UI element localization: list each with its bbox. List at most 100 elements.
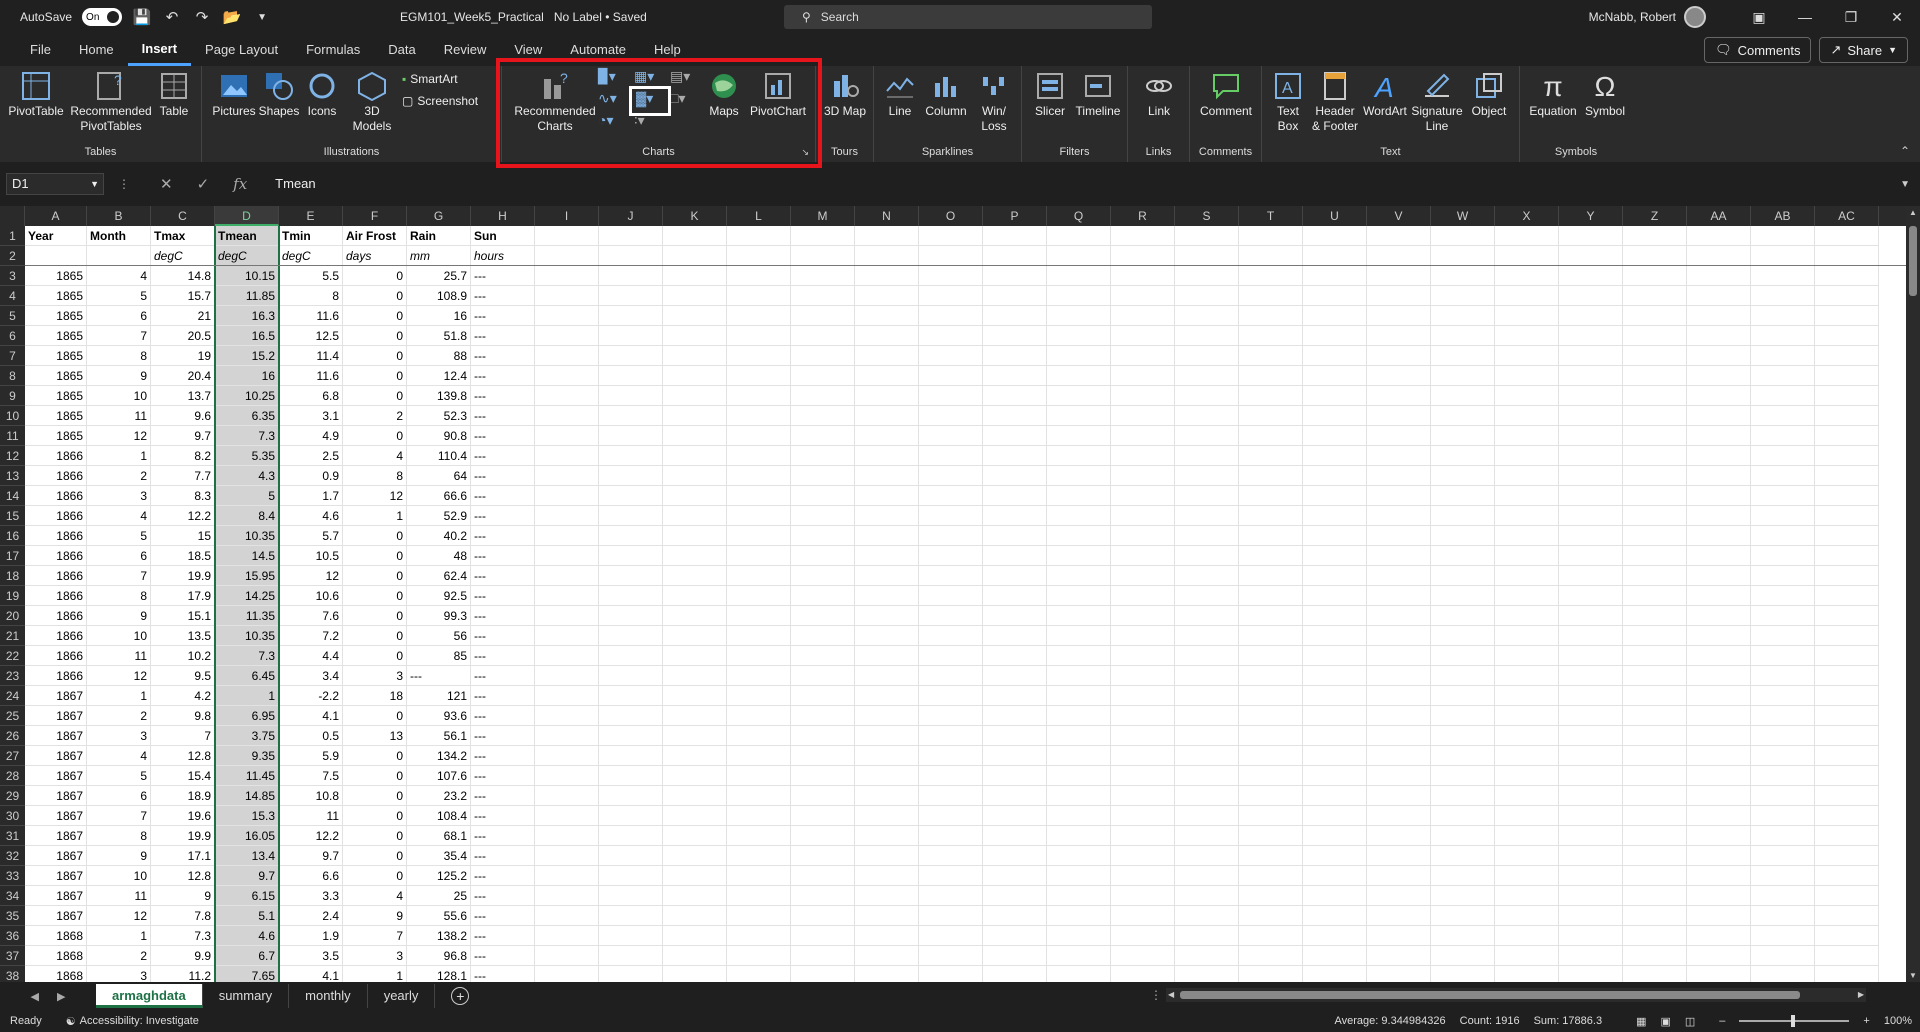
cell[interactable] [1111,846,1175,866]
cell[interactable] [855,786,919,806]
cell[interactable]: 2.5 [279,446,343,466]
cell[interactable]: 96.8 [407,946,471,966]
cell[interactable]: 0 [343,706,407,726]
column-header-B[interactable]: B [87,206,151,226]
cell[interactable]: 15.1 [151,606,215,626]
cell[interactable]: 1866 [25,506,87,526]
cell[interactable] [1175,826,1239,846]
cell[interactable]: 11.35 [215,606,279,626]
cell[interactable] [1815,966,1879,982]
cell[interactable]: 6.35 [215,406,279,426]
recommended-pivottables-button[interactable]: ? Recommended PivotTables [70,70,152,134]
cell[interactable] [791,366,855,386]
cell[interactable] [1239,266,1303,286]
cell[interactable] [727,506,791,526]
cell[interactable]: --- [471,806,535,826]
cell[interactable] [1815,846,1879,866]
cell[interactable] [1687,946,1751,966]
cell[interactable] [1175,686,1239,706]
cell[interactable] [1239,846,1303,866]
cell[interactable]: 0 [343,326,407,346]
cell[interactable] [983,466,1047,486]
cell[interactable] [791,726,855,746]
cell[interactable] [1431,586,1495,606]
cell[interactable]: 66.6 [407,486,471,506]
cell[interactable]: --- [471,746,535,766]
cell[interactable] [1047,526,1111,546]
save-icon[interactable]: 💾 [132,7,152,27]
cell[interactable]: 88 [407,346,471,366]
cell[interactable] [855,806,919,826]
row-header[interactable]: 37 [0,946,25,966]
cell[interactable] [535,846,599,866]
cell[interactable] [919,686,983,706]
cell[interactable] [1175,226,1239,246]
cell[interactable] [727,546,791,566]
cell[interactable] [1687,886,1751,906]
row-header[interactable]: 21 [0,626,25,646]
cell[interactable] [1559,486,1623,506]
cell[interactable] [1815,326,1879,346]
cell[interactable] [855,626,919,646]
cell[interactable] [535,906,599,926]
cell[interactable] [1047,326,1111,346]
cell[interactable] [1239,486,1303,506]
cell[interactable] [1623,426,1687,446]
cell[interactable]: 9 [87,366,151,386]
cell[interactable] [1431,766,1495,786]
cell[interactable] [1687,846,1751,866]
cell[interactable]: 15.3 [215,806,279,826]
cell[interactable]: 99.3 [407,606,471,626]
cell[interactable]: Month [87,226,151,246]
cell[interactable] [1047,726,1111,746]
cell[interactable] [663,826,727,846]
cell[interactable] [599,346,663,366]
cell[interactable] [983,646,1047,666]
cell[interactable] [1751,346,1815,366]
cell[interactable] [791,226,855,246]
cell[interactable] [1559,406,1623,426]
cell[interactable] [1623,626,1687,646]
cell[interactable] [983,546,1047,566]
cell[interactable] [663,246,727,266]
cell[interactable]: --- [471,486,535,506]
cell[interactable] [1815,566,1879,586]
cell[interactable]: 11.45 [215,766,279,786]
open-folder-icon[interactable]: 📂 [222,7,242,27]
cell[interactable]: Air Frost [343,226,407,246]
cell[interactable] [983,286,1047,306]
cell[interactable]: --- [471,286,535,306]
name-box[interactable]: D1 ▼ [6,173,104,195]
cell[interactable]: 0 [343,586,407,606]
cell[interactable] [1175,806,1239,826]
cell[interactable] [663,386,727,406]
cell[interactable]: 7.7 [151,466,215,486]
cell[interactable] [599,866,663,886]
cell[interactable] [919,886,983,906]
cell[interactable]: 21 [151,306,215,326]
cell[interactable] [1175,886,1239,906]
cell[interactable] [1623,586,1687,606]
cell[interactable] [1751,266,1815,286]
cell[interactable]: hours [471,246,535,266]
cell[interactable] [919,666,983,686]
cell[interactable]: 1867 [25,686,87,706]
cell[interactable] [1559,306,1623,326]
ribbon-display-icon[interactable]: ▣ [1736,9,1782,26]
cell[interactable]: 4.1 [279,706,343,726]
cell[interactable] [727,726,791,746]
cell[interactable] [919,446,983,466]
cell[interactable] [535,806,599,826]
table-button[interactable]: Table [152,70,196,119]
cell[interactable] [1239,866,1303,886]
cell[interactable] [1815,406,1879,426]
cell[interactable] [535,646,599,666]
cell[interactable] [919,266,983,286]
cell[interactable] [1559,506,1623,526]
cell[interactable] [983,686,1047,706]
cell[interactable] [919,706,983,726]
cell[interactable] [1623,526,1687,546]
cell[interactable]: 62.4 [407,566,471,586]
cell[interactable] [663,486,727,506]
column-header-D[interactable]: D [215,206,279,226]
